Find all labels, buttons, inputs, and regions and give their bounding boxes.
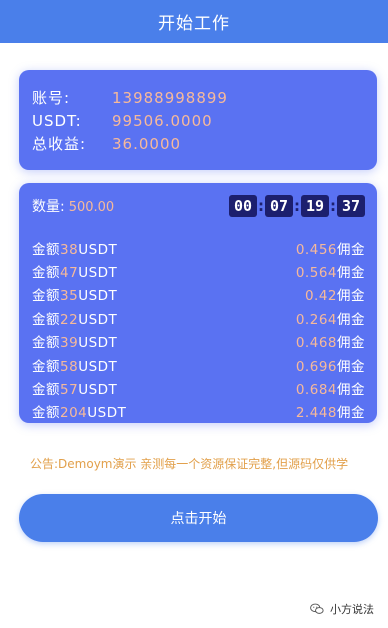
commission-suffix: 佣金 [337, 405, 365, 422]
order-amount: 金额 58 USDT [32, 355, 117, 375]
amount-value: 38 [60, 241, 79, 258]
order-commission: 0.468 佣金 [296, 331, 365, 351]
app-header: 开始工作 [0, 0, 388, 43]
commission-value: 0.564 [295, 265, 337, 282]
order-commission: 0.696 佣金 [296, 355, 365, 375]
order-list: 金额 38 USDT 0.456 佣金 金额 47 USDT 0.564 佣金 金额 35 US… [32, 236, 365, 423]
order-amount: 金额 38 USDT [32, 238, 117, 258]
order-commission: 0.684 佣金 [296, 378, 365, 398]
amount-prefix: 金额 [32, 358, 60, 375]
order-commission: 0.564 佣金 [296, 261, 365, 281]
earnings-value: 36.0000 [112, 134, 182, 153]
commission-suffix: 佣金 [337, 358, 365, 375]
amount-unit: USDT [78, 288, 118, 305]
amount-unit: USDT [78, 265, 118, 282]
list-item: 金额 47 USDT 0.564 佣金 [32, 259, 365, 282]
account-card: 账号: 13988998899 USDT: 99506.0000 总收益: 36… [19, 70, 377, 170]
amount-unit: USDT [78, 335, 118, 352]
commission-suffix: 佣金 [337, 265, 365, 282]
amount-value: 57 [60, 382, 79, 399]
order-amount: 金额 57 USDT [32, 378, 117, 398]
commission-suffix: 佣金 [337, 382, 365, 399]
amount-prefix: 金额 [32, 288, 60, 305]
order-amount: 金额 47 USDT [32, 261, 117, 281]
commission-suffix: 佣金 [337, 335, 365, 352]
order-commission: 0.264 佣金 [296, 308, 365, 328]
commission-value: 0.264 [295, 311, 337, 328]
timer-separator: : [258, 197, 264, 215]
commission-value: 0.696 [295, 358, 337, 375]
order-commission: 2.448 佣金 [296, 401, 365, 421]
usdt-label: USDT: [32, 111, 82, 130]
commission-suffix: 佣金 [337, 288, 365, 305]
start-button[interactable]: 点击开始 [19, 494, 378, 542]
watermark: 小方说法 [310, 601, 374, 617]
amount-prefix: 金额 [32, 382, 60, 399]
list-item: 金额 57 USDT 0.684 佣金 [32, 376, 365, 399]
quantity-label: 数量: [32, 199, 65, 215]
amount-prefix: 金额 [32, 241, 60, 258]
amount-unit: USDT [87, 405, 127, 422]
order-commission: 0.456 佣金 [296, 238, 365, 258]
list-item: 金额 58 USDT 0.696 佣金 [32, 353, 365, 376]
earnings-label: 总收益: [32, 135, 87, 153]
orders-card: 数量: 500.00 00 : 07 : 19 : 37 金额 38 USDT 0.… [19, 183, 377, 423]
account-label: 账号: [32, 89, 71, 107]
commission-suffix: 佣金 [337, 241, 365, 258]
amount-unit: USDT [78, 382, 118, 399]
amount-unit: USDT [78, 311, 118, 328]
account-value: 13988998899 [112, 88, 228, 107]
page: 开始工作 账号: 13988998899 USDT: 99506.0000 总收… [0, 0, 388, 628]
order-amount: 金额 39 USDT [32, 331, 117, 351]
list-item: 金额 204 USDT 2.448 佣金 [32, 400, 365, 423]
usdt-value: 99506.0000 [112, 111, 213, 130]
timer-seconds: 19 [301, 195, 329, 217]
commission-value: 0.468 [295, 335, 337, 352]
amount-unit: USDT [78, 358, 118, 375]
amount-value: 204 [60, 405, 88, 422]
order-commission: 0.42 佣金 [305, 284, 365, 304]
commission-value: 0.456 [295, 241, 337, 258]
order-amount: 金额 35 USDT [32, 284, 117, 304]
amount-prefix: 金额 [32, 405, 60, 422]
amount-prefix: 金额 [32, 311, 60, 328]
amount-value: 39 [60, 335, 79, 352]
wechat-icon [310, 603, 324, 614]
commission-value: 0.684 [295, 382, 337, 399]
list-item: 金额 35 USDT 0.42 佣金 [32, 283, 365, 306]
list-item: 金额 22 USDT 0.264 佣金 [32, 306, 365, 329]
quantity-info: 数量: 500.00 [32, 196, 114, 216]
timer-separator: : [294, 197, 300, 215]
commission-suffix: 佣金 [337, 311, 365, 328]
account-row-earnings: 总收益: 36.0000 [32, 132, 377, 155]
amount-value: 22 [60, 311, 79, 328]
account-row-phone: 账号: 13988998899 [32, 86, 377, 109]
amount-value: 47 [60, 265, 79, 282]
announcement-text: 公告:Demoym演示 亲测每一个资源保证完整,但源码仅供学 [30, 457, 349, 471]
amount-prefix: 金额 [32, 265, 60, 282]
timer-hours: 00 [229, 195, 257, 217]
quantity-value: 500.00 [68, 200, 115, 215]
account-row-usdt: USDT: 99506.0000 [32, 109, 377, 132]
list-item: 金额 38 USDT 0.456 佣金 [32, 236, 365, 259]
watermark-text: 小方说法 [330, 603, 374, 616]
timer-ms: 37 [337, 195, 365, 217]
page-title: 开始工作 [158, 14, 230, 34]
list-item: 金额 39 USDT 0.468 佣金 [32, 330, 365, 353]
amount-prefix: 金额 [32, 335, 60, 352]
commission-value: 0.42 [304, 288, 337, 305]
countdown-timer: 00 : 07 : 19 : 37 [229, 195, 365, 217]
timer-separator: : [330, 197, 336, 215]
order-amount: 金额 204 USDT [32, 401, 126, 421]
order-amount: 金额 22 USDT [32, 308, 117, 328]
commission-value: 2.448 [295, 405, 337, 422]
amount-value: 58 [60, 358, 79, 375]
timer-minutes: 07 [265, 195, 293, 217]
amount-value: 35 [60, 288, 79, 305]
quantity-row: 数量: 500.00 00 : 07 : 19 : 37 [32, 193, 365, 219]
amount-unit: USDT [78, 241, 118, 258]
start-button-label: 点击开始 [170, 511, 227, 527]
